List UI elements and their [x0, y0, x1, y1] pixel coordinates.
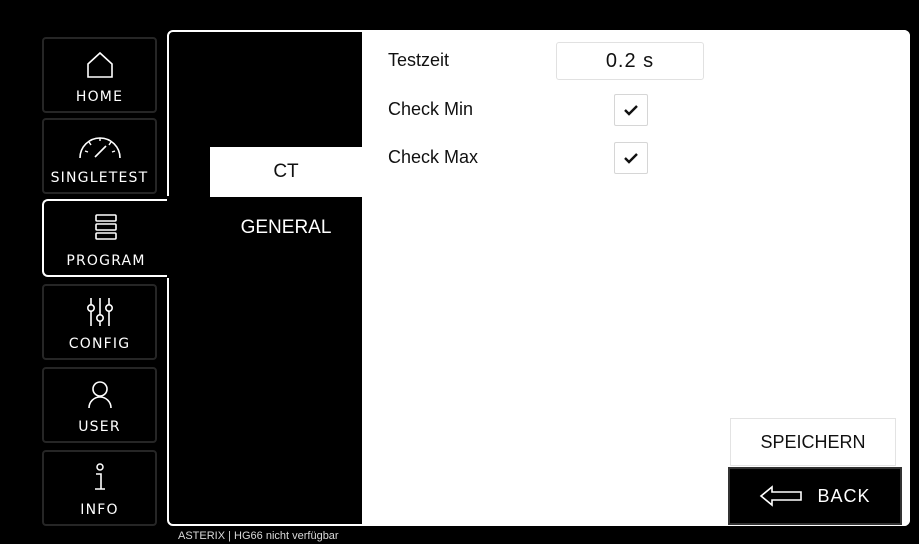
user-icon — [44, 375, 155, 415]
home-icon — [44, 45, 155, 85]
checkmark-icon — [624, 105, 638, 116]
stack-icon — [44, 207, 168, 247]
back-label: BACK — [817, 485, 871, 506]
nav-button-program[interactable]: PROGRAM — [42, 199, 168, 277]
info-icon — [44, 458, 155, 498]
nav-label-home: HOME — [75, 89, 124, 105]
status-text: ASTERIX | HG66 nicht verfügbar — [178, 530, 339, 542]
nav-label-user: USER — [78, 419, 121, 435]
check-min-label: Check Min — [388, 99, 474, 119]
nav-button-home[interactable]: HOME — [42, 37, 157, 113]
nav-button-info[interactable]: INFO — [42, 450, 157, 526]
arrow-left-icon — [760, 485, 803, 507]
nav-label-info: INFO — [80, 502, 119, 518]
sliders-icon — [44, 292, 155, 332]
testzeit-input[interactable]: 0.2 s — [556, 42, 704, 80]
save-button[interactable]: SPEICHERN — [730, 418, 896, 466]
testzeit-label: Testzeit — [388, 50, 450, 70]
subtab-ct[interactable]: CT — [210, 147, 362, 197]
gauge-icon — [44, 126, 155, 166]
check-min-checkbox[interactable] — [614, 94, 648, 126]
nav-label-singletest: SINGLETEST — [50, 170, 149, 186]
nav-label-config: CONFIG — [68, 336, 131, 352]
back-button[interactable]: BACK — [728, 467, 902, 525]
nav-button-user[interactable]: USER — [42, 367, 157, 443]
check-max-checkbox[interactable] — [614, 142, 648, 174]
active-tab-connector — [167, 196, 169, 278]
checkmark-icon — [624, 153, 638, 164]
settings-panel: Testzeit 0.2 s Check Min Check Max SPEIC… — [362, 30, 910, 526]
nav-button-singletest[interactable]: SINGLETEST — [42, 118, 157, 194]
subtab-general[interactable]: GENERAL — [210, 203, 362, 253]
nav-button-config[interactable]: CONFIG — [42, 284, 157, 360]
nav-label-program: PROGRAM — [66, 253, 146, 269]
check-max-label: Check Max — [388, 147, 479, 167]
